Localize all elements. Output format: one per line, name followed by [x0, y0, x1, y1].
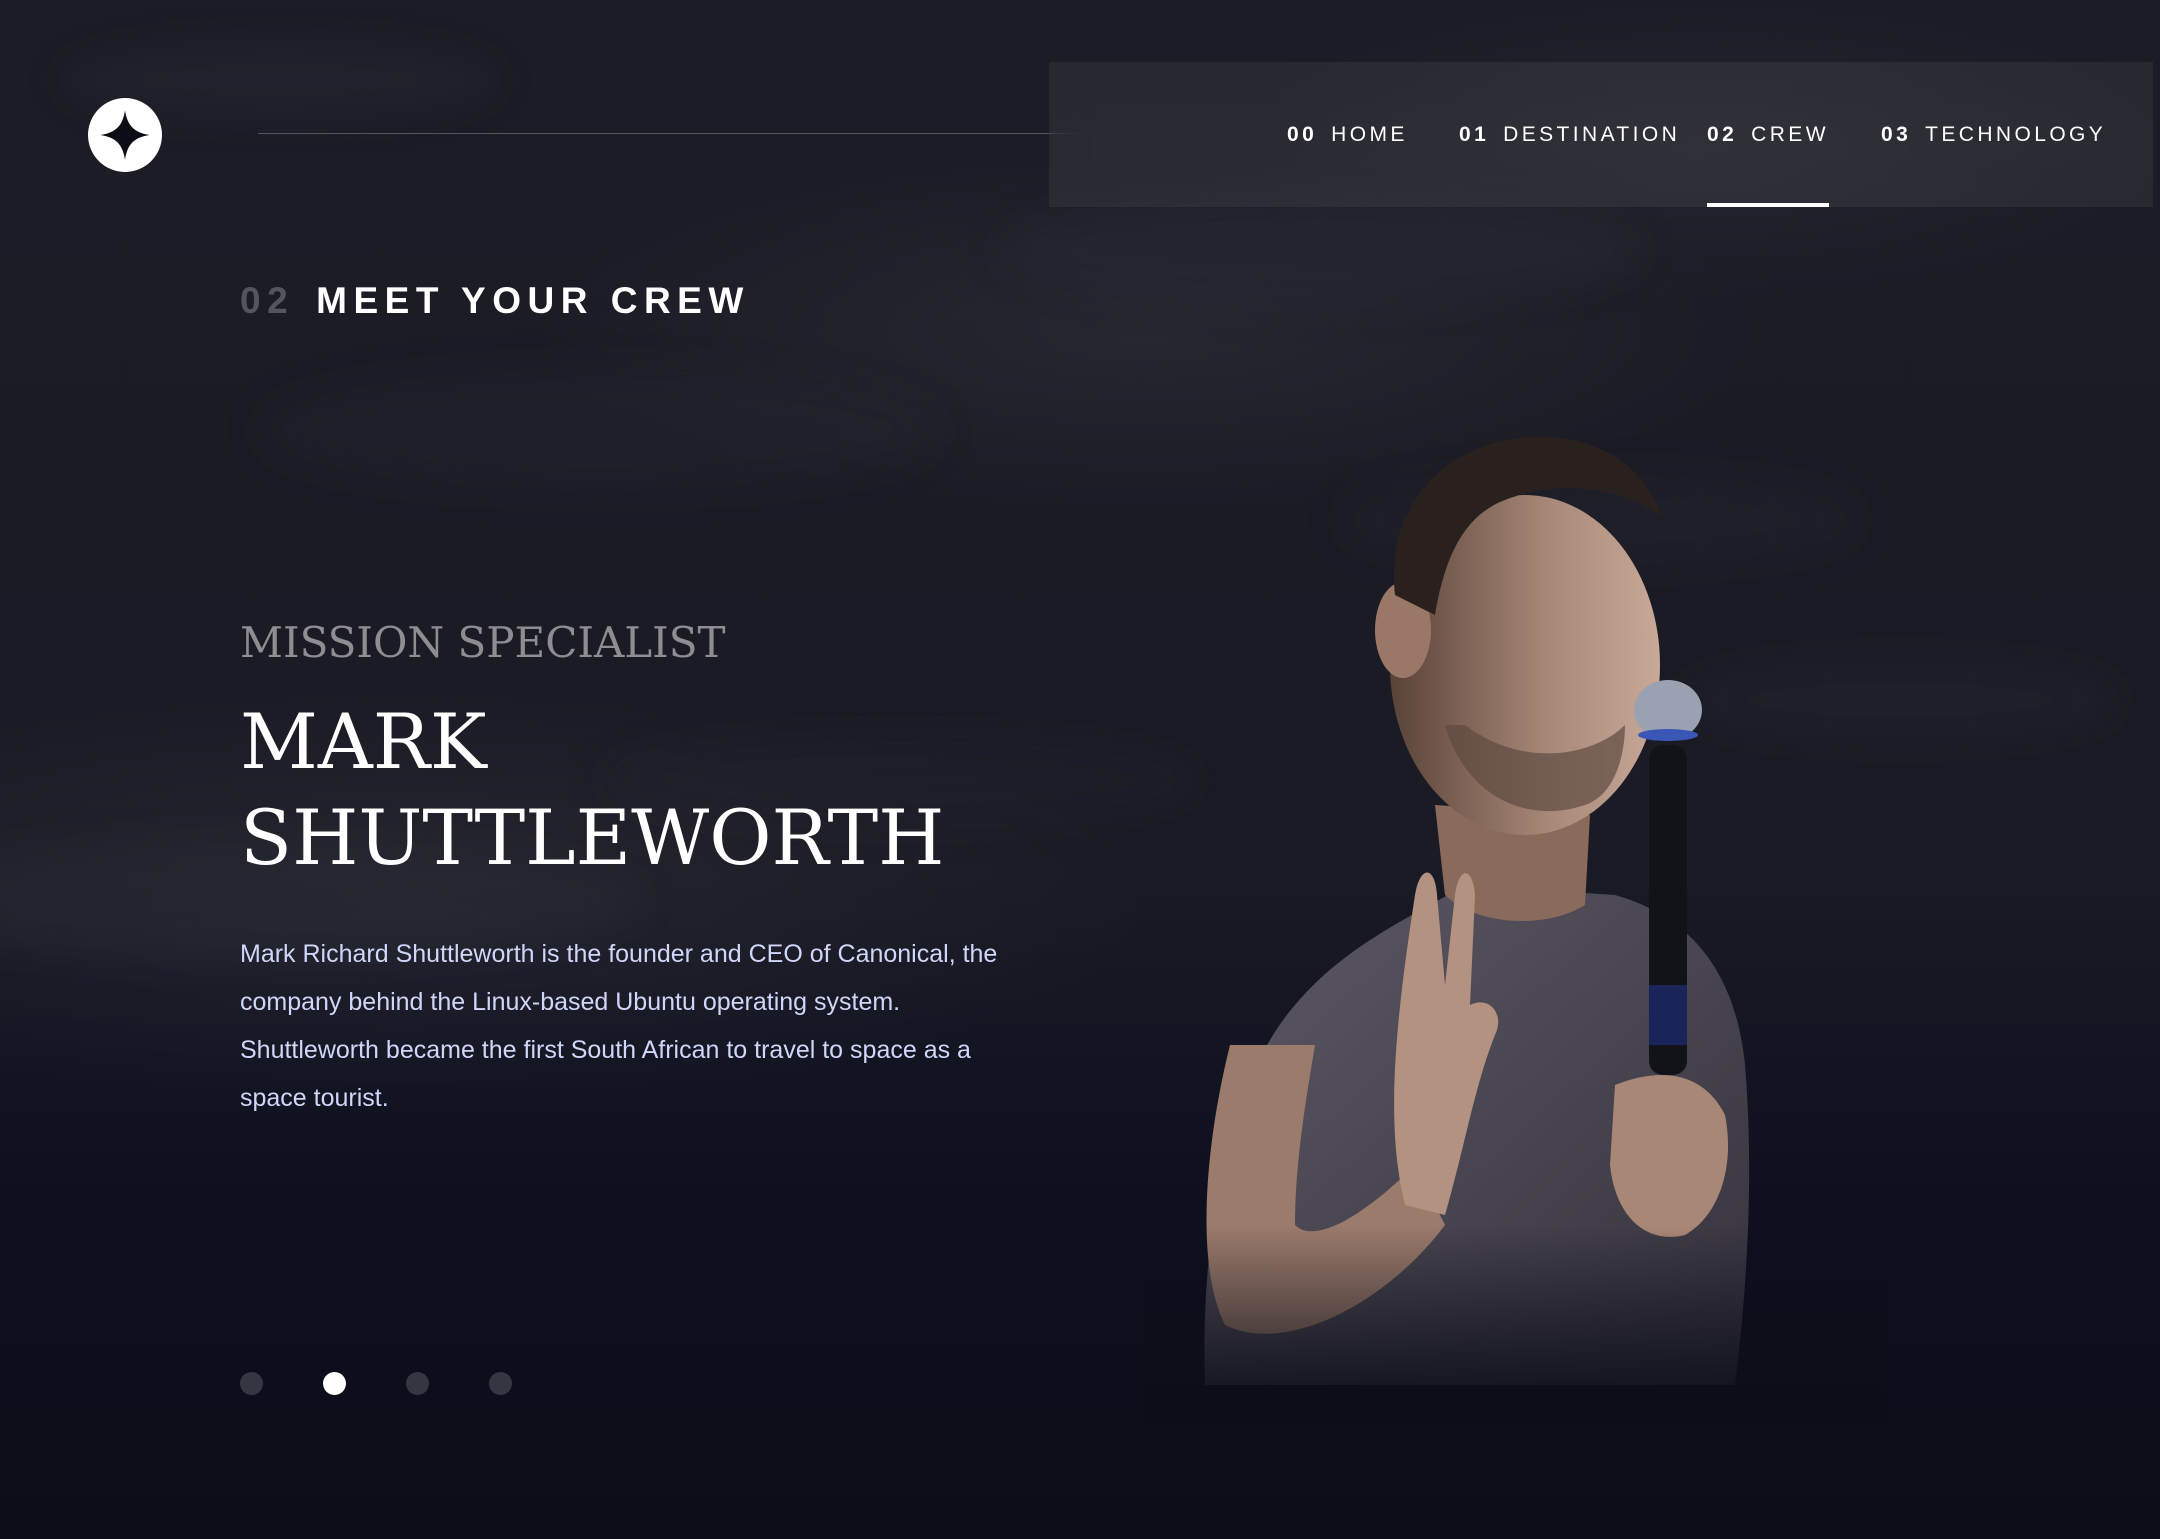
nav-label: TECHNOLOGY — [1925, 122, 2107, 146]
section-heading: 02 MEET YOUR CREW — [240, 280, 750, 322]
carousel-dot-active[interactable] — [323, 1372, 346, 1395]
crew-carousel-dots — [240, 1372, 512, 1396]
crew-role: MISSION SPECIALIST — [240, 618, 726, 667]
carousel-dot[interactable] — [406, 1372, 429, 1395]
carousel-dot[interactable] — [240, 1372, 263, 1395]
nav-number: 03 — [1881, 122, 1912, 146]
nav-item-home[interactable]: 00 HOME — [1287, 62, 1408, 207]
nav-label: HOME — [1331, 122, 1408, 146]
nav-label: CREW — [1751, 122, 1829, 146]
main-navigation: 00 HOME 01 DESTINATION 02 CREW 03 TECHNO… — [1049, 62, 2153, 207]
section-title: MEET YOUR CREW — [316, 280, 750, 321]
nav-number: 02 — [1707, 122, 1738, 146]
header-divider — [258, 133, 1098, 134]
nav-label: DESTINATION — [1503, 122, 1681, 146]
crew-portrait-image — [1145, 425, 1885, 1425]
crew-bio: Mark Richard Shuttleworth is the founder… — [240, 940, 998, 1112]
section-number: 02 — [240, 280, 295, 321]
nav-item-technology[interactable]: 03 TECHNOLOGY — [1881, 62, 2106, 207]
nav-item-crew[interactable]: 02 CREW — [1707, 62, 1829, 207]
crew-name: MARK SHUTTLEWORTH — [240, 697, 945, 882]
carousel-dot[interactable] — [489, 1372, 512, 1395]
crew-page: 00 HOME 01 DESTINATION 02 CREW 03 TECHNO… — [0, 0, 2160, 1539]
nav-number: 00 — [1287, 122, 1318, 146]
nav-number: 01 — [1459, 122, 1490, 146]
nav-item-destination[interactable]: 01 DESTINATION — [1459, 62, 1680, 207]
four-point-star-icon[interactable] — [88, 98, 162, 172]
